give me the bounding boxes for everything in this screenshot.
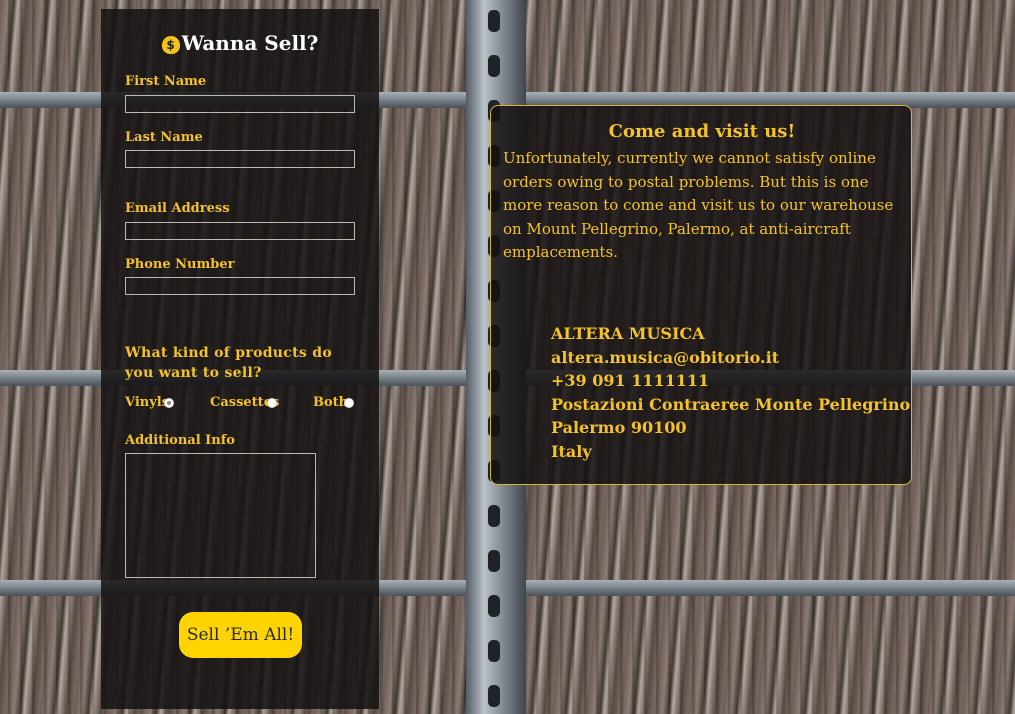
option-vinyls-label[interactable]: Vinyls <box>125 395 169 410</box>
radio-vinyls[interactable] <box>164 398 174 408</box>
visit-info-panel: Come and visit us! Unfortunately, curren… <box>490 105 912 485</box>
email-label: Email Address <box>125 201 230 216</box>
sell-submit-button[interactable]: Sell ’Em All! <box>179 612 302 658</box>
phone-label: Phone Number <box>125 257 235 272</box>
last-name-label: Last Name <box>125 130 203 145</box>
form-title: $ Wanna Sell? <box>101 31 379 55</box>
info-body: Unfortunately, currently we cannot satis… <box>503 149 894 261</box>
first-name-field[interactable] <box>125 95 355 113</box>
money-bag-icon: $ <box>161 36 180 54</box>
product-question: What kind of products do you want to sel… <box>125 345 332 381</box>
contact-address: Postazioni Contraeree Monte Pellegrino <box>551 394 911 414</box>
contact-city: Palermo 90100 <box>551 418 687 438</box>
contact-email[interactable]: altera.musica@obitorio.it <box>551 346 910 370</box>
contact-phone: +39 091 1111111 <box>551 371 710 391</box>
option-both-label[interactable]: Both <box>313 395 348 410</box>
contact-name: ALTERA MUSICA <box>551 324 705 343</box>
contact-country: Italy <box>551 441 592 461</box>
form-title-text: Wanna Sell? <box>181 31 319 55</box>
additional-info-label: Additional Info <box>125 433 235 448</box>
contact-block: ALTERA MUSICA altera.musica@obitorio.it … <box>551 322 910 464</box>
last-name-field[interactable] <box>125 150 355 168</box>
email-field[interactable] <box>125 222 355 240</box>
radio-both[interactable] <box>344 398 354 408</box>
first-name-label: First Name <box>125 74 207 89</box>
phone-field[interactable] <box>125 277 355 295</box>
info-title: Come and visit us! <box>608 121 796 142</box>
radio-cassettes[interactable] <box>267 398 277 408</box>
additional-info-textarea[interactable] <box>125 453 316 578</box>
sell-form-panel: $ Wanna Sell? First Name Last Name Email … <box>101 9 379 709</box>
